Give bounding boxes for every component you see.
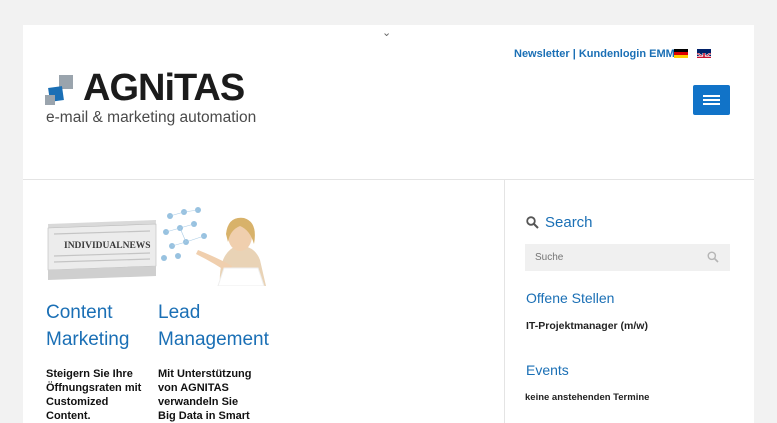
header-divider (23, 179, 754, 180)
woman-network-image[interactable] (158, 206, 270, 286)
top-links: Newsletter | Kundenlogin EMM (514, 48, 675, 60)
newspaper-image[interactable]: INDIVIDUALNEWS (46, 206, 158, 286)
teaser-text-line: verwandeln Sie (158, 396, 239, 408)
teaser-text-line: Steigern Sie Ihre (46, 368, 133, 380)
teaser-title[interactable]: Lead Management (158, 299, 270, 353)
teaser-text-line: Big Data in Smart (158, 410, 250, 422)
logo-tagline: e-mail & marketing automation (46, 109, 257, 126)
hamburger-icon (703, 95, 720, 97)
kundenlogin-link[interactable]: Kundenlogin EMM (579, 48, 675, 60)
search-heading: Search (526, 214, 593, 231)
teaser-lead-management: Lead Management Mit Unterstützung von AG… (158, 206, 270, 423)
teaser-title[interactable]: Content Marketing (46, 299, 158, 353)
teaser-content-marketing: INDIVIDUALNEWS Content Marketing Steiger… (46, 206, 158, 423)
teaser-title-line[interactable]: Management (158, 326, 270, 353)
search-input[interactable] (525, 244, 695, 271)
teaser-title-line[interactable]: Lead (158, 299, 270, 326)
logo-wordmark: AGNiTAS (83, 67, 245, 109)
sidebar-divider (504, 180, 505, 423)
newspaper-headline: INDIVIDUALNEWS (64, 241, 151, 251)
search-submit-icon[interactable] (707, 251, 719, 263)
teaser-title-line[interactable]: Content (46, 299, 158, 326)
events-text: keine anstehenden Termine (525, 392, 650, 403)
teaser-text: Mit Unterstützung von AGNITAS verwandeln… (158, 367, 270, 423)
chevron-down-icon[interactable]: ⌄ (382, 28, 391, 39)
job-item-link[interactable]: IT-Projektmanager (m/w) (526, 320, 648, 332)
jobs-heading: Offene Stellen (526, 290, 615, 306)
newsletter-link[interactable]: Newsletter (514, 48, 570, 60)
events-heading: Events (526, 362, 569, 378)
page: ⌄ Newsletter | Kundenlogin EMM AGNiTAS e… (23, 25, 754, 423)
search-icon (526, 216, 539, 229)
teaser-text-line: Customized (46, 396, 109, 408)
menu-button[interactable] (693, 85, 730, 115)
hamburger-line (703, 99, 720, 101)
agnitas-logo[interactable]: AGNiTAS e-mail & marketing automation (45, 67, 270, 131)
teaser-title-line[interactable]: Marketing (46, 326, 158, 353)
german-flag-icon[interactable] (674, 49, 688, 58)
link-separator: | (572, 48, 576, 60)
teaser-text-line: Content. (46, 410, 91, 422)
search-heading-text: Search (545, 214, 593, 231)
uk-flag-icon[interactable] (697, 49, 711, 58)
teaser-text-line: Mit Unterstützung (158, 368, 252, 380)
logo-mark-icon (45, 75, 73, 105)
teaser-text: Steigern Sie Ihre Öffnungsraten mit Cust… (46, 367, 158, 423)
search-box (525, 244, 730, 271)
hamburger-line (703, 103, 720, 105)
teaser-text-line: von AGNITAS (158, 382, 229, 394)
teaser-text-line: Öffnungsraten mit (46, 382, 142, 394)
